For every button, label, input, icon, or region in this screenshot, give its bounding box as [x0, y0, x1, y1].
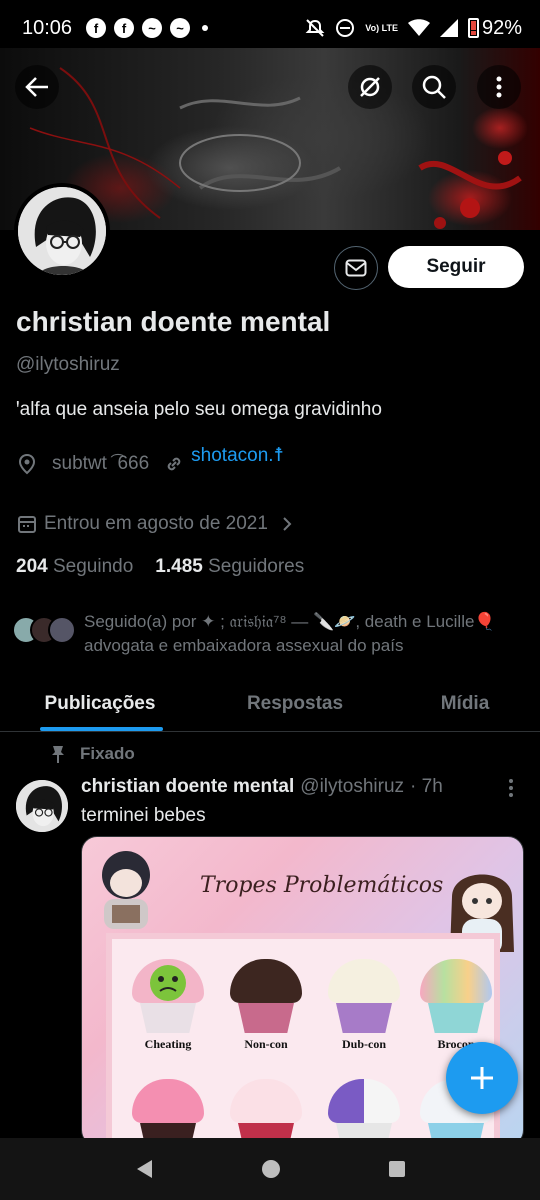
facebook-notification-icon: f [114, 18, 135, 38]
calendar-icon [18, 516, 36, 533]
back-arrow-icon [25, 77, 48, 97]
plus-icon [471, 1067, 493, 1089]
chibi-reader-sticker [102, 851, 150, 929]
following-label: Seguindo [52, 556, 134, 577]
cupcake [132, 1079, 204, 1145]
post-more-button[interactable] [508, 778, 514, 803]
cupcake-label: Dub-con [341, 1037, 386, 1051]
mute-icon [305, 19, 325, 37]
post-text: terminei bebes [81, 805, 206, 826]
cupcake-cheating: Cheating [132, 959, 204, 1051]
profile-tabs: Publicações Respostas Mídia [0, 676, 540, 732]
more-notifications-icon [202, 25, 209, 31]
facebook-notification-icon: f [86, 18, 107, 38]
tab-posts[interactable]: Publicações [0, 676, 200, 731]
cupcake-dubcon: Dub-con [328, 959, 400, 1051]
messenger-notification-icon: ~ [170, 18, 191, 38]
cupcake [328, 1079, 400, 1145]
profile-meta: subtwt ͡ 666 shotacon.☨ [16, 445, 284, 475]
post-author-avatar[interactable] [16, 780, 68, 832]
profile-bio: ꞌalfa que anseia pelo seu omega gravidin… [16, 399, 382, 420]
back-button[interactable] [15, 65, 59, 109]
sick-emoji-icon [150, 965, 186, 1001]
profile-website-link[interactable]: shotacon.☨ [191, 444, 284, 467]
followers-label: Seguidores [208, 556, 305, 577]
media-title: Tropes Problemáticos [200, 873, 444, 898]
mail-icon [345, 259, 367, 277]
pinned-label: Fixado [80, 744, 135, 763]
battery-icon [467, 18, 479, 38]
join-date-row[interactable]: Entrou em agosto de 2021 [16, 513, 294, 535]
post-author-name[interactable]: christian doente mental [81, 776, 294, 798]
do-not-disturb-icon [336, 19, 355, 37]
nav-back-icon[interactable] [134, 1158, 154, 1180]
compose-button[interactable] [446, 1042, 518, 1114]
volte-icon: Vo) LTE [365, 22, 398, 33]
cupcake-label: Cheating [144, 1037, 192, 1051]
profile-handle: @ilytoshiruz [16, 354, 120, 375]
profile-avatar[interactable] [14, 183, 110, 279]
pinned-indicator: Fixado [50, 744, 135, 764]
pin-icon [52, 746, 64, 763]
nav-home-icon[interactable] [261, 1159, 281, 1179]
battery-indicator: 92% [467, 16, 522, 40]
join-date: Entrou em agosto de 2021 [44, 513, 268, 534]
nav-recents-icon[interactable] [388, 1160, 406, 1178]
follow-button[interactable]: Seguir [388, 246, 524, 288]
cupcake-label: Non-con [244, 1037, 288, 1051]
followed-by-text: Seguido(a) por ✦ ; 𝔞𝔯𝔦𝔰𝔥𝔦𝔞⁷⁸ — 🔪🪐, death… [84, 612, 496, 655]
post-header: christian doente mental @ilytoshiruz · 7… [81, 776, 443, 798]
following-link[interactable]: 204 Seguindo [16, 556, 133, 578]
system-nav-bar [0, 1138, 540, 1200]
system-icons: Vo) LTE 92% [305, 17, 522, 40]
cupcake-noncon: Non-con [230, 959, 302, 1051]
avatar-image [16, 780, 68, 832]
profile-name: christian doente mental [16, 306, 331, 337]
mutual-avatars [12, 616, 76, 658]
search-button[interactable] [412, 65, 456, 109]
more-options-button[interactable] [477, 65, 521, 109]
messenger-notification-icon: ~ [142, 18, 163, 38]
link-icon [167, 457, 181, 470]
wifi-icon [407, 19, 430, 36]
avatar-image [18, 187, 106, 275]
eye-slash-icon [360, 77, 380, 97]
media-board: Cheating Non-con Dub-con Brocon [106, 933, 500, 1145]
message-button[interactable] [334, 246, 378, 290]
followers-count: 1.485 [155, 556, 203, 577]
tab-media[interactable]: Mídia [390, 676, 540, 731]
location-pin-icon [18, 453, 36, 474]
avatar [48, 616, 76, 644]
profile-location: subtwt ͡ 666 [52, 452, 150, 474]
more-vertical-icon [496, 76, 502, 98]
chevron-right-icon [283, 517, 292, 531]
post-author-handle: @ilytoshiruz [300, 776, 405, 797]
followed-by-row[interactable]: Seguido(a) por ✦ ; 𝔞𝔯𝔦𝔰𝔥𝔦𝔞⁷⁸ — 🔪🪐, death… [12, 610, 534, 658]
post-time: · 7h [410, 776, 443, 797]
notification-icons: f f ~ ~ [86, 18, 209, 38]
signal-icon [439, 19, 458, 37]
search-icon [422, 75, 446, 99]
follow-counts: 204 Seguindo 1.485 Seguidores [16, 556, 304, 578]
following-count: 204 [16, 556, 48, 577]
status-time: 10:06 [22, 16, 73, 39]
followers-link[interactable]: 1.485 Seguidores [155, 556, 304, 578]
cupcake [230, 1079, 302, 1145]
hide-button[interactable] [348, 65, 392, 109]
cupcake-brocon: Brocon [420, 959, 492, 1051]
tab-replies[interactable]: Respostas [200, 676, 390, 731]
more-vertical-icon [509, 779, 513, 797]
battery-percent: 92% [481, 16, 522, 39]
